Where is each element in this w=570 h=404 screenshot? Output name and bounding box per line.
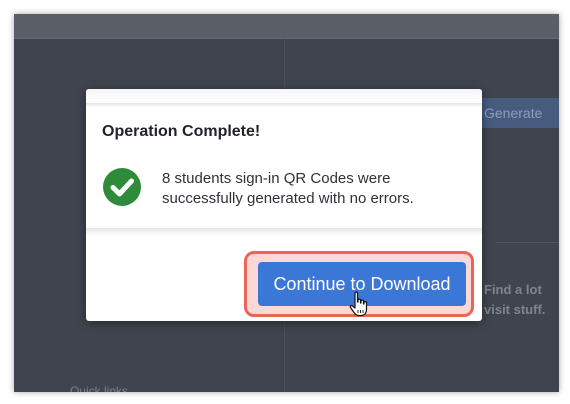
background-rule — [496, 242, 559, 243]
background-text: visit stuff. — [484, 302, 546, 317]
background-text: Find a lot — [484, 282, 542, 297]
dialog-message: 8 students sign-in QR Codes were success… — [162, 170, 414, 207]
hand-pointer-icon — [349, 291, 368, 317]
background-topbar — [14, 14, 559, 39]
dialog-title: Operation Complete! — [102, 123, 261, 140]
background-tab-label: Generate — [484, 105, 543, 121]
operation-complete-dialog: Operation Complete! 8 students sign-in Q… — [86, 89, 482, 321]
check-circle-icon — [103, 168, 141, 206]
dialog-header-shade — [86, 89, 482, 107]
background-bottom-text: Quick links — [70, 384, 129, 392]
dialog-footer-divider — [86, 228, 482, 236]
